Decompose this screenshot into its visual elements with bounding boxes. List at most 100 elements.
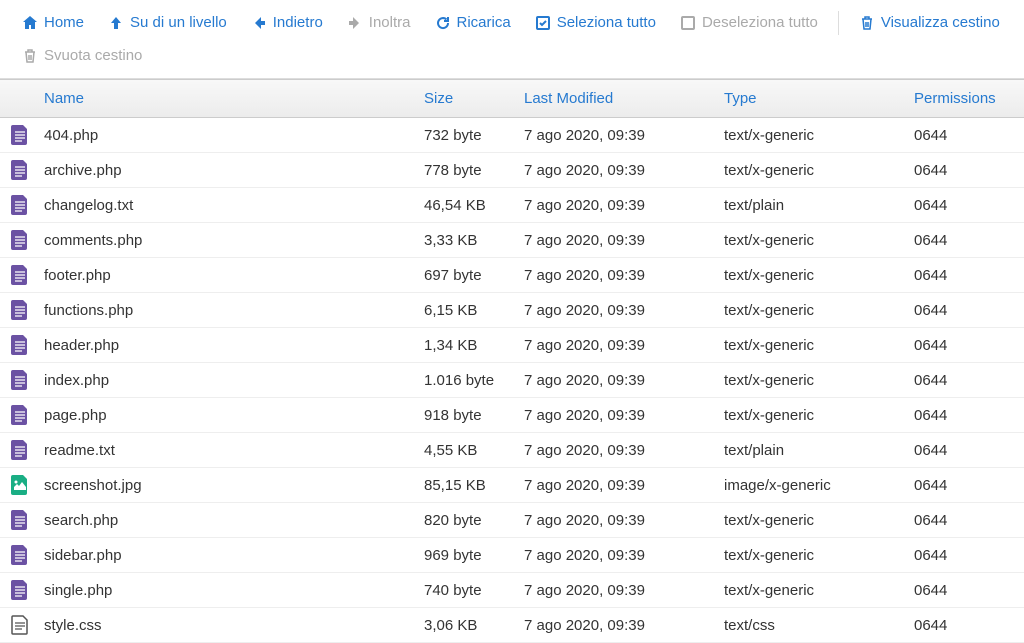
file-name: comments.php [40,232,424,249]
file-name: search.php [40,512,424,529]
table-row[interactable]: style.css3,06 KB7 ago 2020, 09:39text/cs… [0,608,1024,643]
up-level-button[interactable]: Su di un livello [98,8,237,37]
up-icon [108,15,124,31]
table-row[interactable]: readme.txt4,55 KB7 ago 2020, 09:39text/p… [0,433,1024,468]
file-size: 3,33 KB [424,232,524,249]
file-icon-cell [0,370,40,390]
file-name: style.css [40,617,424,634]
table-row[interactable]: comments.php3,33 KB7 ago 2020, 09:39text… [0,223,1024,258]
file-modified: 7 ago 2020, 09:39 [524,162,724,179]
file-icon-cell [0,300,40,320]
forward-label: Inoltra [369,14,411,31]
file-modified: 7 ago 2020, 09:39 [524,232,724,249]
select-all-button[interactable]: Seleziona tutto [525,8,666,37]
file-size: 1.016 byte [424,372,524,389]
file-size: 740 byte [424,582,524,599]
file-doc-icon [11,265,29,285]
file-size: 778 byte [424,162,524,179]
deselect-all-button: Deseleziona tutto [670,8,828,37]
header-size[interactable]: Size [424,90,524,107]
table-row[interactable]: index.php1.016 byte7 ago 2020, 09:39text… [0,363,1024,398]
file-icon-cell [0,615,40,635]
arrow-left-icon [251,15,267,31]
file-modified: 7 ago 2020, 09:39 [524,547,724,564]
file-modified: 7 ago 2020, 09:39 [524,512,724,529]
back-button[interactable]: Indietro [241,8,333,37]
file-name: index.php [40,372,424,389]
file-type: text/css [724,617,914,634]
file-permissions: 0644 [914,442,1024,459]
file-name: header.php [40,337,424,354]
check-square-icon [535,15,551,31]
file-size: 4,55 KB [424,442,524,459]
view-trash-label: Visualizza cestino [881,14,1000,31]
file-name: archive.php [40,162,424,179]
table-row[interactable]: header.php1,34 KB7 ago 2020, 09:39text/x… [0,328,1024,363]
file-type: text/x-generic [724,582,914,599]
reload-button[interactable]: Ricarica [425,8,521,37]
file-type: text/plain [724,197,914,214]
file-name: single.php [40,582,424,599]
table-row[interactable]: changelog.txt46,54 KB7 ago 2020, 09:39te… [0,188,1024,223]
file-permissions: 0644 [914,582,1024,599]
file-doc-icon [11,300,29,320]
file-permissions: 0644 [914,547,1024,564]
file-size: 697 byte [424,267,524,284]
table-row[interactable]: search.php820 byte7 ago 2020, 09:39text/… [0,503,1024,538]
file-permissions: 0644 [914,197,1024,214]
file-name: 404.php [40,127,424,144]
file-doc-icon [11,230,29,250]
back-label: Indietro [273,14,323,31]
table-row[interactable]: footer.php697 byte7 ago 2020, 09:39text/… [0,258,1024,293]
file-type: text/x-generic [724,232,914,249]
file-type: text/x-generic [724,162,914,179]
file-doc-icon [11,335,29,355]
table-row[interactable]: archive.php778 byte7 ago 2020, 09:39text… [0,153,1024,188]
file-css-icon [11,615,29,635]
file-size: 85,15 KB [424,477,524,494]
trash-icon [859,15,875,31]
file-size: 732 byte [424,127,524,144]
file-doc-icon [11,195,29,215]
file-type: text/x-generic [724,302,914,319]
file-icon-cell [0,510,40,530]
file-image-icon [11,475,29,495]
file-modified: 7 ago 2020, 09:39 [524,372,724,389]
file-size: 1,34 KB [424,337,524,354]
empty-trash-label: Svuota cestino [44,47,142,64]
header-modified[interactable]: Last Modified [524,90,724,107]
home-label: Home [44,14,84,31]
file-type: text/x-generic [724,547,914,564]
select-all-label: Seleziona tutto [557,14,656,31]
file-size: 969 byte [424,547,524,564]
file-size: 6,15 KB [424,302,524,319]
file-icon-cell [0,475,40,495]
file-permissions: 0644 [914,337,1024,354]
table-row[interactable]: page.php918 byte7 ago 2020, 09:39text/x-… [0,398,1024,433]
file-doc-icon [11,580,29,600]
table-row[interactable]: functions.php6,15 KB7 ago 2020, 09:39tex… [0,293,1024,328]
file-doc-icon [11,160,29,180]
file-permissions: 0644 [914,267,1024,284]
table-row[interactable]: single.php740 byte7 ago 2020, 09:39text/… [0,573,1024,608]
view-trash-button[interactable]: Visualizza cestino [849,8,1010,37]
file-name: sidebar.php [40,547,424,564]
file-modified: 7 ago 2020, 09:39 [524,477,724,494]
header-type[interactable]: Type [724,90,914,107]
file-doc-icon [11,125,29,145]
header-permissions[interactable]: Permissions [914,90,1024,107]
table-row[interactable]: 404.php732 byte7 ago 2020, 09:39text/x-g… [0,118,1024,153]
table-row[interactable]: sidebar.php969 byte7 ago 2020, 09:39text… [0,538,1024,573]
file-name: readme.txt [40,442,424,459]
file-size: 820 byte [424,512,524,529]
file-icon-cell [0,265,40,285]
file-icon-cell [0,580,40,600]
home-button[interactable]: Home [12,8,94,37]
file-size: 918 byte [424,407,524,424]
header-name[interactable]: Name [40,90,424,107]
file-name: screenshot.jpg [40,477,424,494]
table-row[interactable]: screenshot.jpg85,15 KB7 ago 2020, 09:39i… [0,468,1024,503]
file-doc-icon [11,370,29,390]
empty-trash-button: Svuota cestino [12,41,152,70]
file-type: text/x-generic [724,127,914,144]
